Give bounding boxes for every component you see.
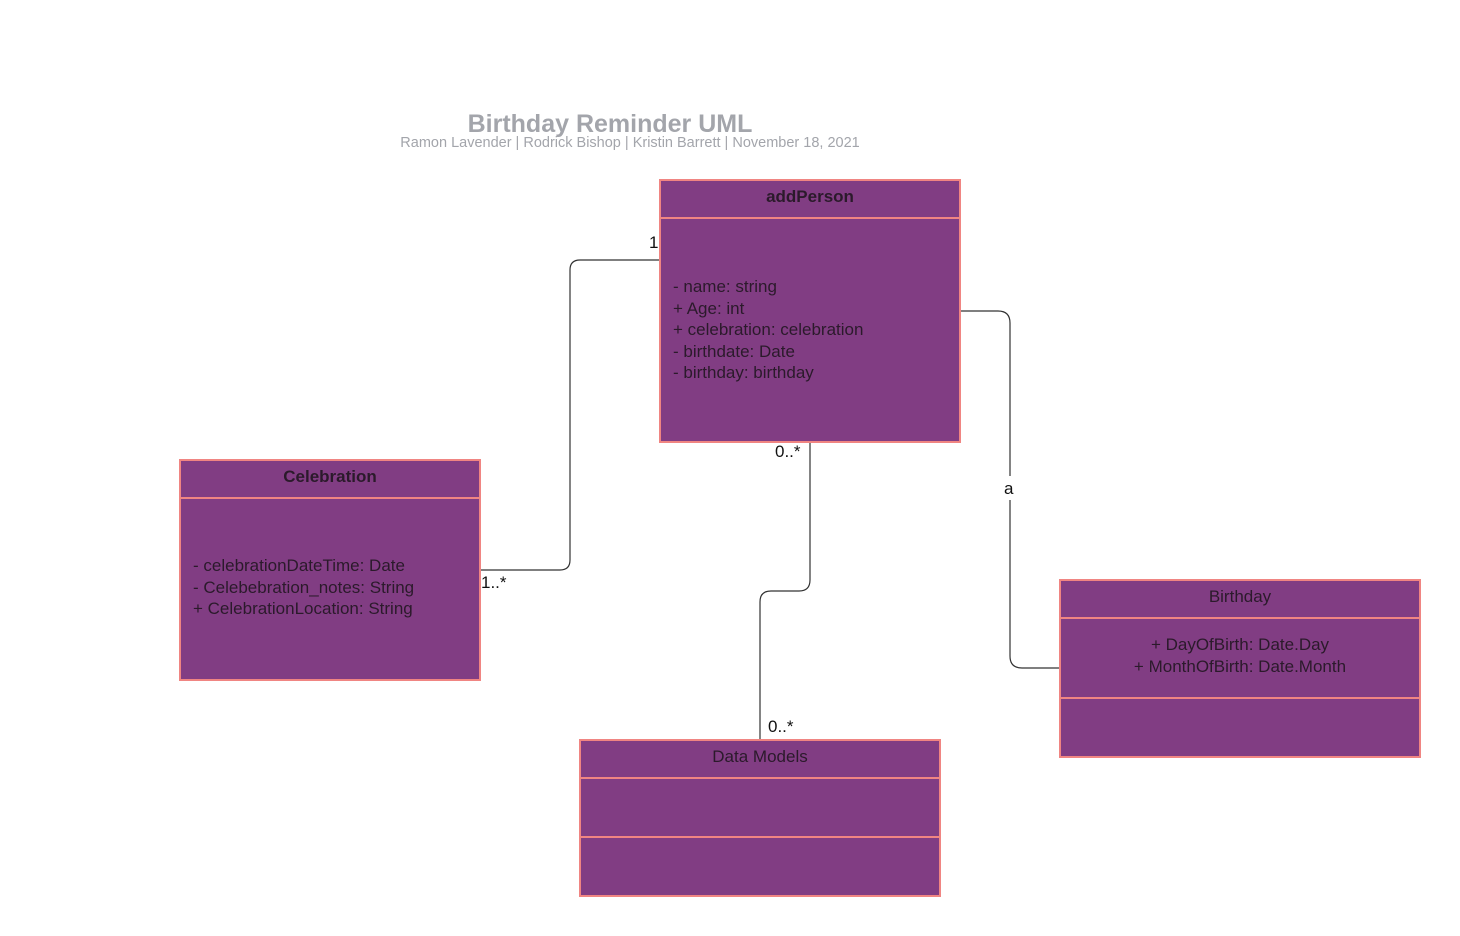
multiplicity-label: 0..* — [768, 717, 794, 736]
multiplicity-label: 0..* — [775, 442, 801, 461]
class-attribute: - Celebebration_notes: String — [193, 577, 415, 597]
class-attribute: + CelebrationLocation: String — [193, 599, 413, 618]
class-datamodels-attributes — [581, 779, 939, 838]
association-person-celebration[interactable] — [480, 259, 660, 571]
class-addperson[interactable]: addPerson - name: string + Age: int + ce… — [659, 179, 961, 443]
class-attribute: - birthdate: Date — [673, 341, 795, 361]
class-attribute: - celebrationDateTime: Date — [193, 556, 405, 575]
diagram-subtitle: Ramon Lavender | Rodrick Bishop | Kristi… — [400, 135, 860, 151]
class-datamodels-name: Data Models — [581, 741, 939, 779]
multiplicity-label: 1 — [649, 233, 659, 252]
class-addperson-attributes: - name: string + Age: int + celebration:… — [661, 219, 959, 384]
class-attribute: - birthday: birthday — [673, 363, 814, 382]
association-person-birthday-lower[interactable] — [1009, 500, 1060, 669]
association-person-datamodels[interactable] — [759, 442, 811, 740]
class-datamodels[interactable]: Data Models — [579, 739, 941, 897]
class-addperson-name: addPerson — [661, 181, 959, 219]
association-label: a — [1004, 479, 1014, 498]
class-attribute: + Age: int — [673, 298, 745, 318]
class-celebration[interactable]: Celebration - celebrationDateTime: Date … — [179, 459, 481, 681]
class-attribute: + celebration: celebration — [673, 320, 864, 339]
class-birthday[interactable]: Birthday + DayOfBirth: Date.Day + MonthO… — [1059, 579, 1421, 758]
class-celebration-name: Celebration — [181, 461, 479, 499]
association-person-birthday-upper[interactable] — [960, 310, 1011, 476]
class-attribute: + DayOfBirth: Date.Day — [1150, 635, 1330, 654]
class-attribute: + MonthOfBirth: Date.Month — [1133, 656, 1347, 676]
class-birthday-attributes: + DayOfBirth: Date.Day + MonthOfBirth: D… — [1061, 619, 1419, 699]
class-attribute: - name: string — [673, 277, 777, 296]
class-birthday-name: Birthday — [1061, 581, 1419, 619]
class-celebration-attributes: - celebrationDateTime: Date - Celebebrat… — [181, 499, 479, 620]
multiplicity-label: 1..* — [481, 573, 507, 592]
